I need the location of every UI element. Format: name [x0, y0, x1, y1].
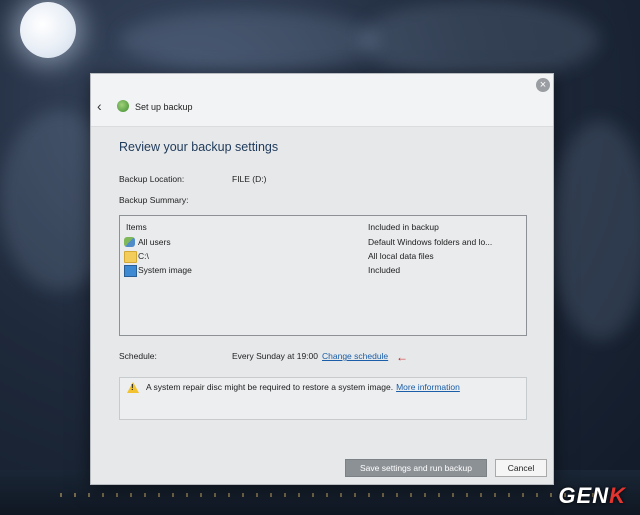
more-information-link[interactable]: More information: [396, 382, 460, 392]
cloud: [550, 120, 640, 340]
warning-panel: ! A system repair disc might be required…: [119, 377, 527, 420]
save-and-run-backup-button[interactable]: Save settings and run backup: [345, 459, 487, 477]
item-name: All users: [138, 237, 171, 247]
cancel-button[interactable]: Cancel: [495, 459, 547, 477]
item-name: System image: [138, 265, 192, 275]
backup-icon: [117, 100, 129, 112]
list-item[interactable]: All users Default Windows folders and lo…: [120, 236, 526, 250]
item-included: Included: [368, 265, 401, 275]
schedule-label: Schedule:: [119, 351, 157, 361]
backup-dialog: ‹ Set up backup × Review your backup set…: [90, 73, 554, 485]
item-name: C:\: [138, 251, 149, 261]
column-header-included: Included in backup: [368, 222, 439, 232]
genk-watermark: GENK: [558, 483, 626, 508]
backup-summary-list[interactable]: Items Included in backup All users Defau…: [119, 215, 527, 336]
close-icon[interactable]: ×: [536, 78, 550, 92]
list-item[interactable]: C:\ All local data files: [120, 250, 526, 264]
item-included: Default Windows folders and lo...: [368, 237, 493, 247]
folder-icon: [124, 251, 137, 263]
backup-location-label: Backup Location:: [119, 174, 185, 184]
annotation-arrow-icon: ←: [396, 350, 408, 364]
item-included: All local data files: [368, 251, 434, 261]
cloud: [120, 10, 380, 70]
schedule-value: Every Sunday at 19:00: [232, 351, 319, 361]
users-icon: [124, 237, 135, 247]
dialog-title: Set up backup: [135, 102, 193, 112]
backup-location-value: FILE (D:): [232, 174, 267, 184]
cloud: [360, 0, 600, 80]
page-heading: Review your backup settings: [119, 140, 279, 154]
moon: [20, 2, 76, 58]
column-header-items: Items: [126, 222, 147, 232]
warning-message: A system repair disc might be required t…: [146, 382, 394, 392]
list-item[interactable]: System image Included: [120, 264, 526, 278]
back-arrow-icon[interactable]: ‹: [97, 98, 102, 114]
warning-text: A system repair disc might be required t…: [146, 382, 460, 392]
change-schedule-link[interactable]: Change schedule: [322, 351, 388, 361]
backup-summary-label: Backup Summary:: [119, 195, 189, 205]
monitor-icon: [124, 265, 137, 277]
city-lights: [60, 493, 600, 497]
dialog-header: ‹ Set up backup: [91, 74, 553, 127]
